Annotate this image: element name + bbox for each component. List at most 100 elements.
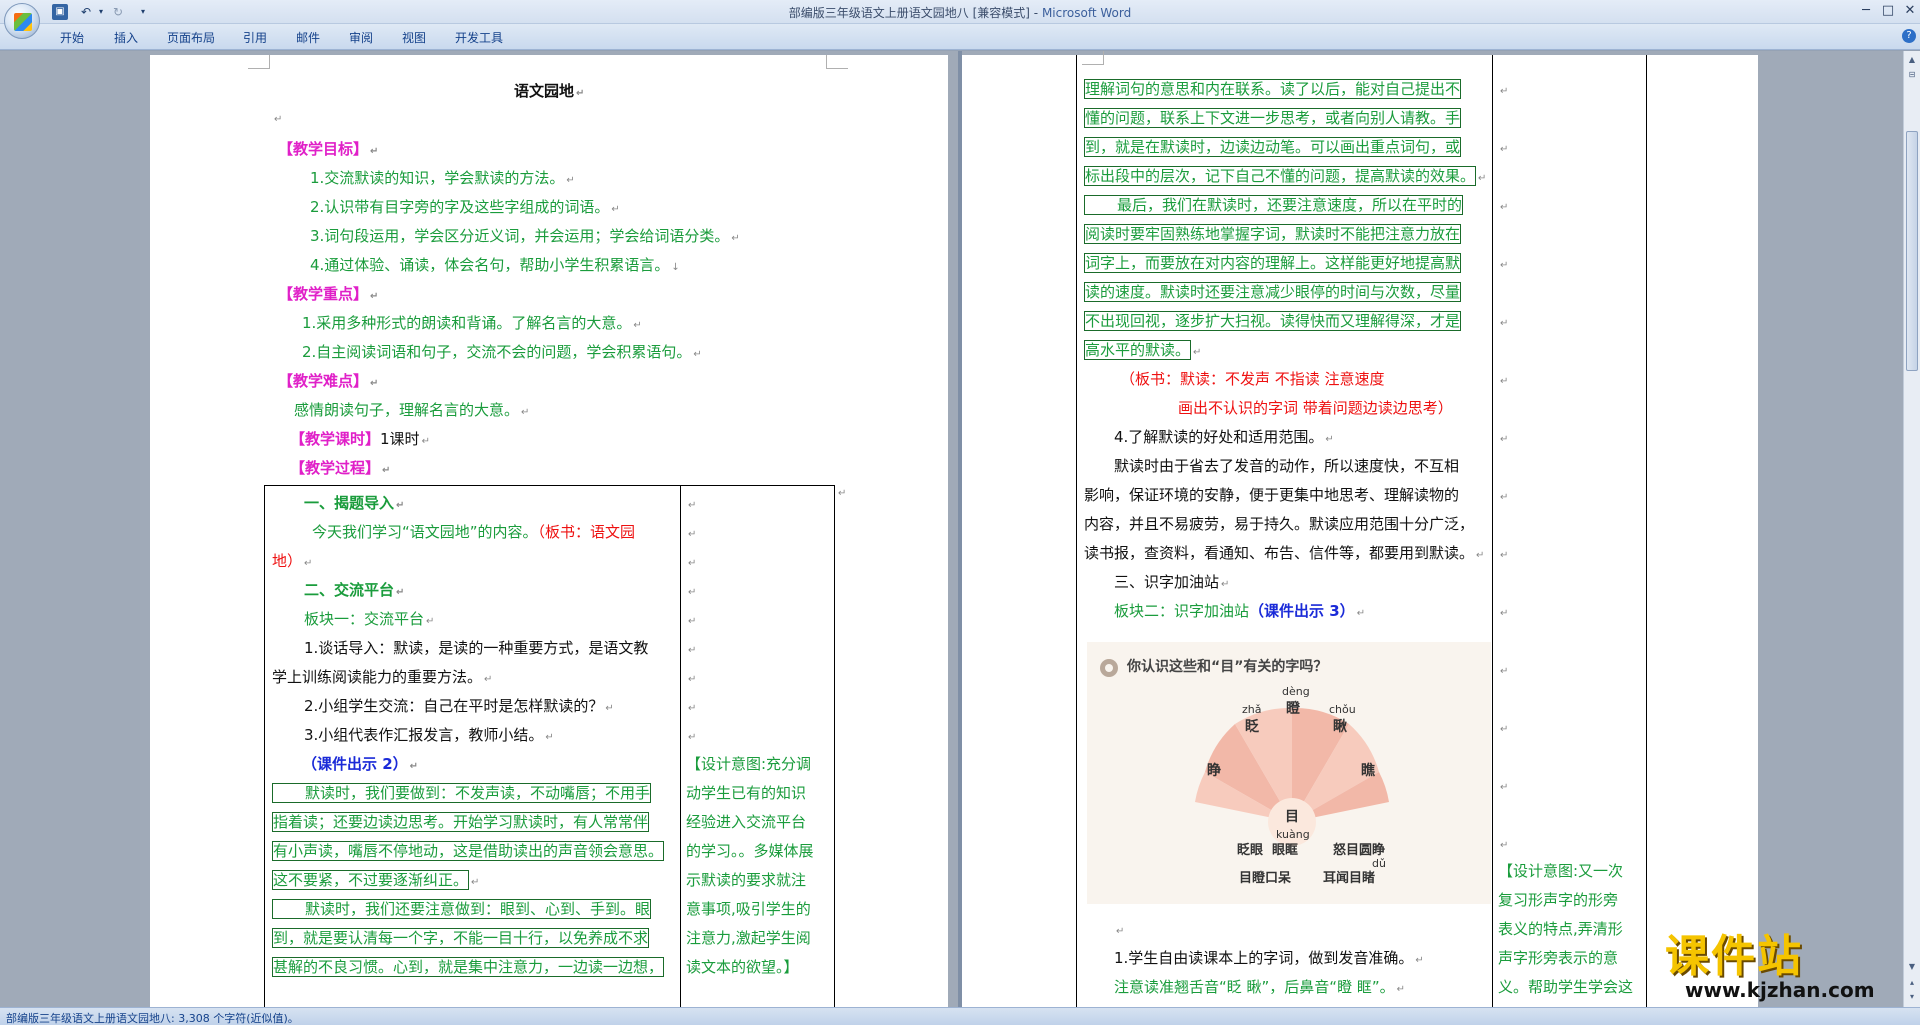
pinyin: dǔ	[1372, 857, 1386, 870]
pinyin: dèng	[1282, 685, 1310, 698]
item-3: 3.小组代表作汇报发言，教师小结。 ↵	[304, 726, 554, 744]
design-note-line: 【设计意图:又一次	[1498, 862, 1624, 880]
courseware-2: （课件出示 2） ↵	[302, 755, 419, 773]
maximize-button[interactable]: □	[1877, 2, 1899, 20]
cell-mark: ↵	[1500, 434, 1509, 445]
table-border	[264, 485, 834, 486]
next-page-icon[interactable]: ▾	[1906, 991, 1918, 1003]
cell-mark: ↵	[1500, 202, 1509, 213]
scroll-down-icon[interactable]: ▼	[1906, 961, 1918, 973]
office-logo-icon	[14, 13, 32, 31]
item-2: 2.小组学生交流：自己在平时是怎样默读的？ ↵	[304, 697, 614, 715]
char: 瞧	[1361, 763, 1375, 779]
tab-developer[interactable]: 开发工具	[455, 29, 503, 46]
tab-review[interactable]: 审阅	[349, 29, 373, 46]
box-1-line: 有小声读，嘴唇不停地动，这是借助读出的声音领会意思。	[272, 841, 665, 861]
tab-view[interactable]: 视图	[402, 29, 426, 46]
cell-mark: ↵	[688, 500, 697, 511]
vertical-scrollbar[interactable]: ▲ ⊟ ▼ ▴ ▾	[1903, 51, 1920, 1007]
textbook-image[interactable]: 你认识这些和“目”有关的字吗？ 目 zhǎ 眨 dèng 瞪 chǒu 瞅 睁 …	[1087, 642, 1491, 904]
scroll-up-icon[interactable]: ▲	[1906, 54, 1918, 66]
pinyin: zhǎ	[1242, 703, 1262, 716]
table-border	[264, 485, 265, 1007]
design-note-line: 示默读的要求就注	[686, 871, 807, 889]
goal-item: 1.交流默读的知识，学会默读的方法。 ↵	[310, 169, 575, 187]
word: 眼眶	[1272, 843, 1299, 858]
tab-page-layout[interactable]: 页面布局	[167, 29, 215, 46]
document-page-1[interactable]: 语文园地 ↵ ↵ 【教学目标】 ↵ 1.交流默读的知识，学会默读的方法。 ↵ 2.认识…	[150, 55, 948, 1007]
box-3-line: 标出段中的层次，记下自己不懂的问题，提高默读的效果。 ↵	[1084, 166, 1487, 186]
box-3-line: 理解词句的意思和内在联系。读了以后，能对自己提出不	[1084, 79, 1462, 99]
char: 瞪	[1286, 701, 1300, 717]
section-3-heading: 三、识字加油站 ↵	[1114, 573, 1230, 591]
para-line: 默读时由于省去了发音的动作，所以速度快，不互相	[1114, 457, 1460, 475]
block-2-label: 板块二：识字加油站（课件出示 3） ↵	[1114, 602, 1366, 620]
office-button[interactable]	[4, 3, 40, 39]
word: 目瞪口呆	[1239, 871, 1292, 886]
word-count[interactable]: 部编版三年级语文上册语文园地八: 3,308 个字符(近似值)。	[6, 1010, 299, 1025]
tab-insert[interactable]: 插入	[114, 29, 138, 46]
goal-item: 3.词句段运用，学会区分近义词，并会运用；学会给词语分类。 ↵	[310, 227, 740, 245]
table-border	[834, 485, 835, 1007]
process-heading: 【教学过程】 ↵	[290, 459, 391, 477]
cell-mark: ↵	[688, 674, 697, 685]
design-note-line: 的学习。。多媒体展	[686, 842, 814, 860]
close-button[interactable]: ✕	[1899, 2, 1920, 20]
char: 瞅	[1333, 719, 1347, 735]
cell-mark: ↵	[688, 616, 697, 627]
section-1-heading: 一、揭题导入 ↵	[304, 494, 405, 512]
box-2-line: 到，就是要认清每一个字，不能一目十行，以免养成不求	[272, 928, 650, 948]
design-note-line: 注意力,激起学生阅	[686, 929, 811, 947]
box-3-line: 懂的问题，联系上下文进一步思考，或者向别人请教。手	[1084, 108, 1462, 128]
box-1-line: 这不要紧，不过要逐渐纠正。 ↵	[272, 870, 480, 890]
difficulty-text: 感情朗读句子，理解名言的大意。 ↵	[294, 401, 530, 419]
para-line: 读书报，查资料，看通知、布告、信件等，都要用到默读。 ↵	[1084, 544, 1485, 562]
cell-mark: ↵	[688, 587, 697, 598]
key-point: 2.自主阅读词语和句子，交流不会的问题，学会积累语句。 ↵	[302, 343, 702, 361]
key-point: 1.采用多种形式的朗读和背诵。了解名言的大意。 ↵	[302, 314, 642, 332]
design-note-line: 复习形声字的形旁	[1498, 891, 1619, 909]
cell-mark: ↵	[1500, 492, 1509, 503]
tab-mailings[interactable]: 邮件	[296, 29, 320, 46]
design-note-line: 声字形旁表示的意	[1498, 949, 1619, 967]
box-1-line: 默读时，我们要做到：不发声读，不动嘴唇；不用手	[272, 779, 652, 808]
hours-line: 【教学课时】1课时 ↵	[290, 430, 430, 448]
cell-mark: ↵	[688, 558, 697, 569]
item-1: 1.谈话导入：默读，是读的一种重要方式，是语文教	[304, 639, 649, 657]
cell-mark: ↵	[1500, 666, 1509, 677]
doc-title: 语文园地 ↵	[514, 82, 585, 100]
item-1-cont: 学上训练阅读能力的重要方法。 ↵	[272, 668, 493, 686]
margin-corner	[248, 55, 270, 69]
page-gap	[958, 51, 962, 1007]
difficulty-heading: 【教学难点】 ↵	[278, 372, 379, 390]
tab-references[interactable]: 引用	[243, 29, 267, 46]
watermark-url: www.kjzhan.com	[1685, 978, 1875, 1002]
char: 睁	[1207, 763, 1221, 779]
word: 耳闻目睹	[1323, 871, 1376, 886]
empty-paragraph: ↵	[1116, 926, 1125, 937]
char: 眨	[1245, 719, 1259, 735]
design-note-line: 经验进入交流平台	[686, 813, 807, 831]
box-2-line: 默读时，我们还要注意做到：眼到、心到、手到。眼	[272, 895, 652, 924]
key-heading: 【教学重点】 ↵	[278, 285, 379, 303]
goal-item: 2.认识带有目字旁的字及这些字组成的词语。 ↵	[310, 198, 620, 216]
scrollbar-thumb[interactable]	[1906, 131, 1918, 371]
design-note-line: 读文本的欲望。】	[686, 958, 799, 976]
after-item-2: 注意读准翘舌音“眨 瞅”，后鼻音“瞪 眶”。 ↵	[1114, 978, 1406, 996]
help-icon[interactable]: ?	[1902, 29, 1916, 43]
table-border	[1492, 55, 1493, 1007]
prev-page-icon[interactable]: ▴	[1906, 977, 1918, 989]
ruler-toggle-icon[interactable]: ⊟	[1906, 69, 1918, 81]
box-4-line: 词字上，而要放在对内容的理解上。这样能更好地提高默	[1084, 253, 1462, 273]
cell-mark: ↵	[1500, 86, 1509, 97]
margin-corner	[826, 55, 848, 69]
design-note-line: 表义的特点,弄清形	[1498, 920, 1623, 938]
section-2-heading: 二、交流平台 ↵	[304, 581, 405, 599]
window-title: 部编版三年级语文上册语文园地八 [兼容模式] - Microsoft Word	[788, 6, 1132, 20]
tab-home[interactable]: 开始	[60, 29, 84, 46]
minimize-button[interactable]: ─	[1855, 2, 1877, 20]
box-4-line: 阅读时要牢固熟练地掌握字词，默读时不能把注意力放在	[1084, 224, 1462, 244]
bullet-icon-inner	[1105, 664, 1113, 672]
cell-mark: ↵	[1500, 318, 1509, 329]
status-bar: 部编版三年级语文上册语文园地八: 3,308 个字符(近似值)。	[0, 1007, 1920, 1025]
